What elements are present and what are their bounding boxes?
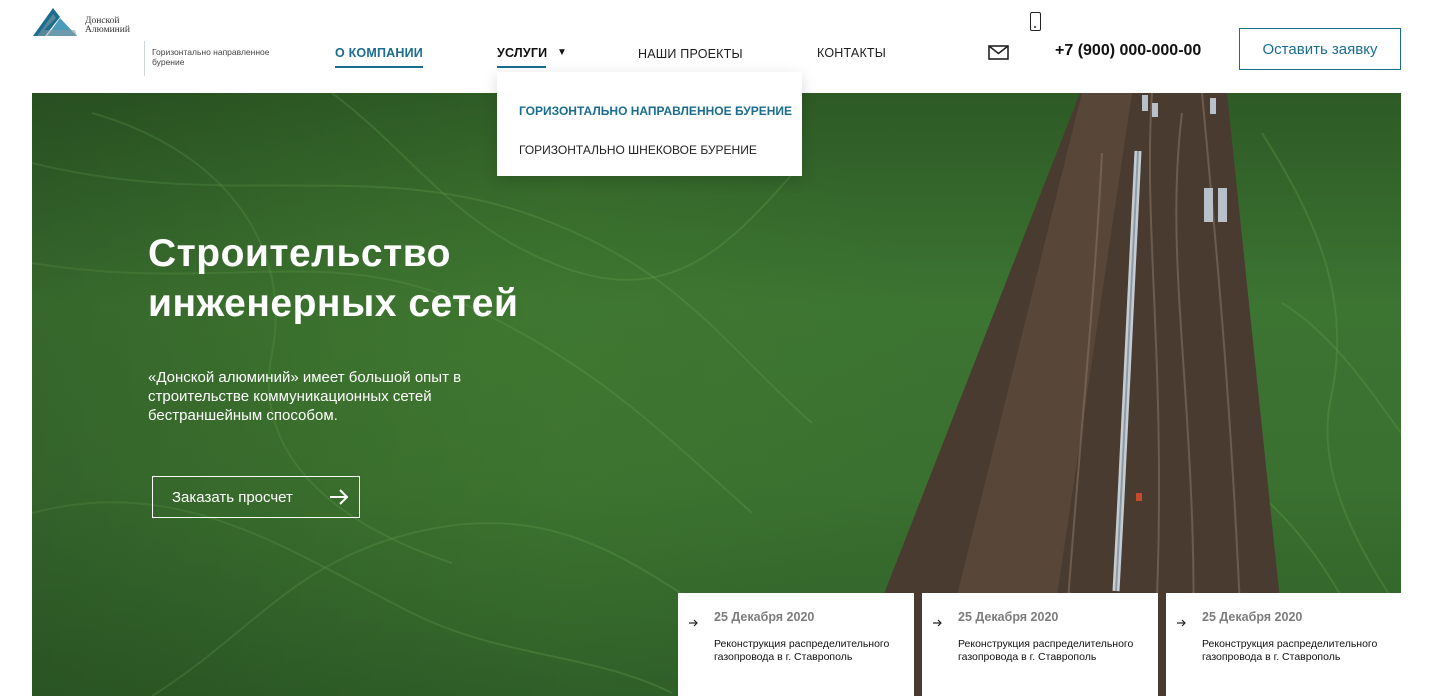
nav-services[interactable]: Услуги [497,46,547,68]
logo-divider [144,41,145,76]
news-title[interactable]: Реконструкция распределительного газопро… [958,638,1150,664]
dropdown-item-hdd[interactable]: Горизонтально направленное бурение [519,104,792,118]
news-title[interactable]: Реконструкция распределительного газопро… [1202,638,1394,664]
arrow-right-icon [330,489,349,505]
arrow-right-icon [933,619,942,627]
phone-number[interactable]: +7 (900) 000-000-00 [1055,42,1201,60]
arrow-right-icon [689,619,698,627]
mail-icon[interactable] [988,45,1009,60]
mountain-logo-icon [33,8,77,36]
news-date: 25 Декабря 2020 [1202,610,1303,624]
news-card[interactable]: 25 Декабря 2020 Реконструкция распредели… [678,593,914,696]
news-date: 25 Декабря 2020 [958,610,1059,624]
news-title[interactable]: Реконструкция распределительного газопро… [714,638,906,664]
news-card[interactable]: 25 Декабря 2020 Реконструкция распредели… [1166,593,1401,696]
nav-contacts[interactable]: Контакты [817,46,886,60]
phone-icon[interactable] [1030,12,1041,31]
logo-text: Донской Алюминий [85,16,130,35]
chevron-down-icon[interactable]: ▼ [557,47,567,58]
hero-description: «Донской алюминий» имеет большой опыт в … [148,369,462,424]
tagline: Горизонтально направленное бурение [152,47,270,67]
news-card[interactable]: 25 Декабря 2020 Реконструкция распредели… [922,593,1158,696]
logo[interactable]: Донской Алюминий [33,6,143,40]
arrow-right-icon [1177,619,1186,627]
leave-request-button[interactable]: Оставить заявку [1239,28,1401,70]
dropdown-item-auger-boring[interactable]: Горизонтально шнековое бурение [519,143,757,157]
nav-about[interactable]: О компании [335,46,423,68]
logo-text-line: Алюминий [85,25,130,35]
order-calculation-label: Заказать просчет [172,488,293,506]
hero-title: Строительство инженерных сетей [148,232,519,325]
nav-projects[interactable]: Наши проекты [638,47,743,61]
news-date: 25 Декабря 2020 [714,610,815,624]
services-dropdown: Горизонтально направленное бурение Гориз… [497,72,802,176]
order-calculation-button[interactable]: Заказать просчет [152,476,360,518]
